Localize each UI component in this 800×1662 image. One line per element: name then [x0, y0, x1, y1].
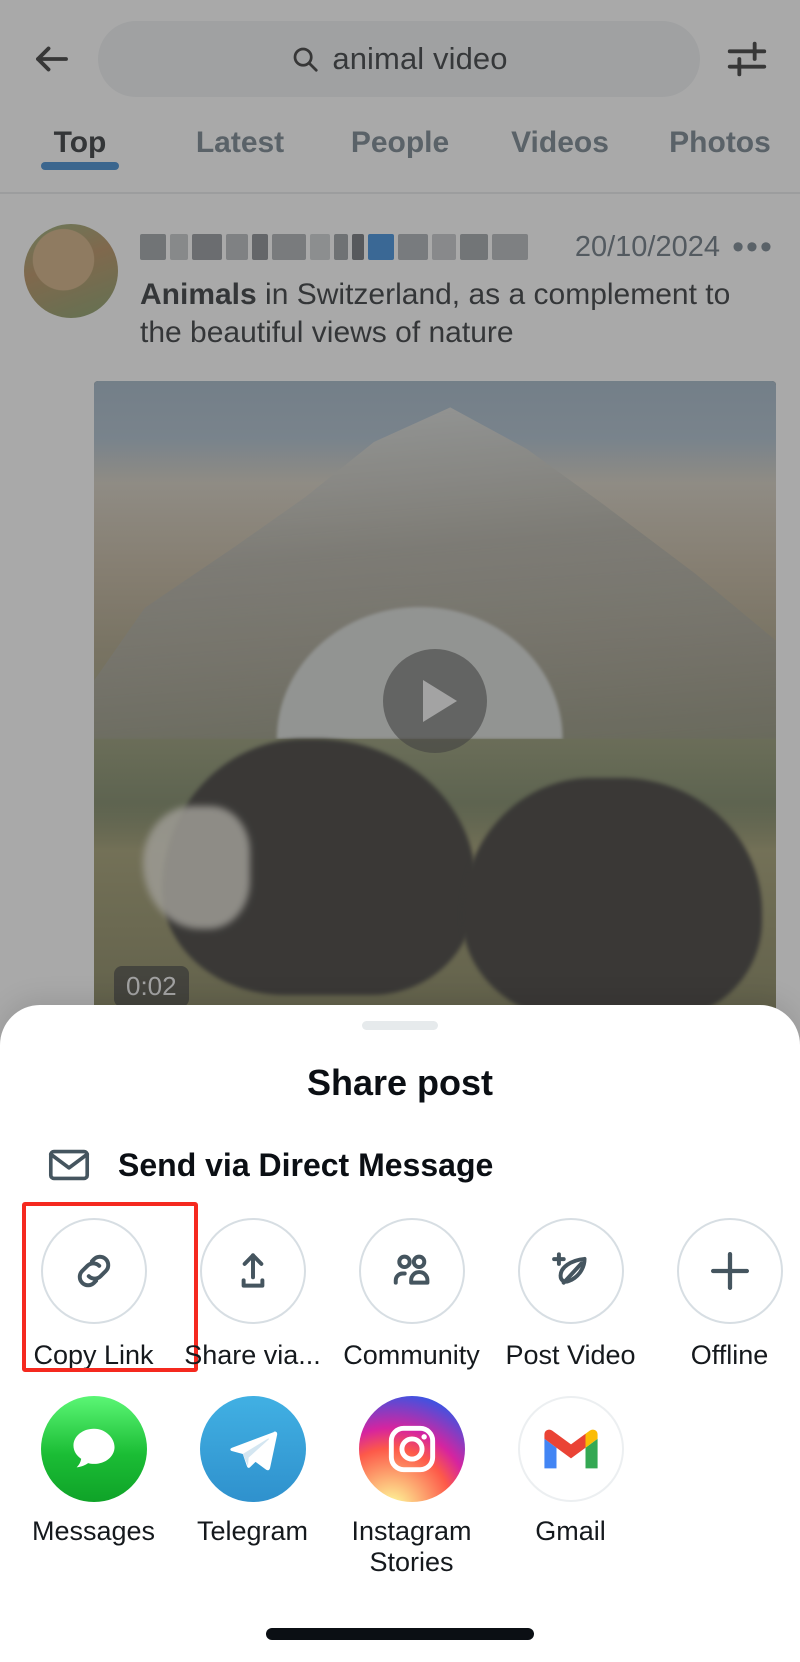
share-actions-row: Copy Link Share via... Community Post Vi… — [14, 1188, 800, 1372]
play-icon — [422, 679, 457, 722]
post-text: Animals in Switzerland, as a complement … — [140, 270, 776, 353]
share-app-instagram-stories[interactable]: Instagram Stories — [332, 1396, 491, 1578]
instagram-app-icon — [358, 1396, 465, 1503]
video-duration-badge: 0:02 — [114, 965, 189, 1007]
search-icon — [294, 47, 318, 72]
goat-right — [462, 777, 763, 1021]
dm-label: Send via Direct Message — [118, 1146, 494, 1183]
sheet-drag-handle[interactable] — [362, 1021, 438, 1030]
share-action-copy-link[interactable]: Copy Link — [14, 1202, 198, 1372]
post-video-circle — [517, 1218, 624, 1324]
tab-label: Videos — [511, 126, 609, 159]
share-action-label: Offline — [690, 1340, 769, 1370]
share-app-label: Messages — [31, 1516, 156, 1547]
community-circle — [358, 1218, 465, 1324]
more-horizontal-icon: ••• — [732, 228, 774, 266]
tab-videos[interactable]: Videos — [480, 118, 640, 160]
search-input[interactable]: animal video — [98, 21, 700, 97]
telegram-app-icon — [199, 1396, 306, 1503]
tab-top[interactable]: Top — [0, 118, 160, 160]
share-action-community[interactable]: Community — [332, 1218, 491, 1370]
post-meta: 20/10/2024 ••• — [140, 224, 776, 270]
offline-circle — [676, 1218, 783, 1324]
play-button[interactable] — [383, 648, 487, 753]
share-app-gmail[interactable]: Gmail — [491, 1396, 650, 1578]
link-icon — [77, 1254, 110, 1288]
share-action-offline[interactable]: Offline — [650, 1218, 800, 1370]
tab-people[interactable]: People — [320, 118, 480, 160]
sliders-filter-icon — [727, 41, 767, 77]
plus-icon — [710, 1251, 749, 1291]
share-action-post-video[interactable]: Post Video — [491, 1218, 650, 1370]
tab-latest[interactable]: Latest — [160, 118, 320, 160]
post-card[interactable]: 20/10/2024 ••• Animals in Switzerland, a… — [0, 206, 800, 1021]
tab-photos[interactable]: Photos — [640, 118, 800, 160]
gmail-app-icon — [517, 1396, 624, 1503]
back-button[interactable] — [24, 31, 80, 87]
home-indicator[interactable] — [266, 1628, 534, 1640]
tab-label: Top — [53, 126, 107, 159]
search-top-bar: animal video — [0, 0, 800, 118]
post-more-button[interactable]: ••• — [730, 230, 776, 264]
share-via-circle — [199, 1218, 306, 1324]
post-video-thumbnail[interactable]: 0:02 — [94, 380, 776, 1021]
post-header: 20/10/2024 ••• Animals in Switzerland, a… — [0, 206, 800, 353]
speech-bubble-glyph — [72, 1428, 115, 1468]
search-filter-button[interactable] — [718, 30, 776, 88]
search-tabs: Top Latest People Videos Photos — [0, 118, 800, 194]
share-app-label: Instagram Stories — [351, 1516, 472, 1577]
feather-plus-icon — [551, 1252, 587, 1285]
share-action-label: Copy Link — [33, 1340, 154, 1370]
arrow-left-icon — [36, 46, 68, 72]
share-app-messages[interactable]: Messages — [14, 1396, 173, 1578]
share-up-icon — [241, 1253, 264, 1288]
share-action-label: Community — [343, 1340, 480, 1370]
tab-label: Photos — [669, 126, 771, 159]
people-icon — [393, 1254, 429, 1285]
tab-label: People — [350, 126, 450, 159]
sheet-title: Share post — [306, 1062, 494, 1103]
share-action-label: Post Video — [505, 1340, 636, 1370]
share-action-share-via[interactable]: Share via... — [173, 1218, 332, 1370]
paper-plane-glyph — [229, 1431, 277, 1471]
post-body: 20/10/2024 ••• Animals in Switzerland, a… — [118, 224, 776, 353]
author-name-redacted — [140, 227, 565, 267]
post-text-bold: Animals — [140, 278, 257, 311]
avatar[interactable] — [24, 224, 118, 318]
share-app-label: Gmail — [535, 1516, 606, 1547]
post-date: 20/10/2024 — [574, 230, 720, 263]
copy-link-circle — [40, 1218, 147, 1324]
messages-app-icon — [40, 1396, 147, 1503]
share-post-sheet: Share post Send via Direct Message Copy … — [0, 1005, 800, 1662]
send-via-direct-message-row[interactable]: Send via Direct Message — [0, 1104, 800, 1188]
gmail-m-glyph — [543, 1429, 598, 1469]
share-app-telegram[interactable]: Telegram — [173, 1396, 332, 1578]
tab-label: Latest — [195, 126, 285, 159]
envelope-icon — [48, 1149, 90, 1181]
instagram-glyph — [388, 1426, 435, 1473]
phone-screen: animal video Top Latest People Videos Ph… — [0, 0, 800, 1662]
share-apps-row: Messages Telegram Instagram Stories Gmai… — [14, 1370, 800, 1578]
search-query-text: animal video — [332, 41, 508, 76]
share-app-label: Telegram — [196, 1516, 309, 1547]
share-action-label: Share via... — [184, 1340, 321, 1370]
